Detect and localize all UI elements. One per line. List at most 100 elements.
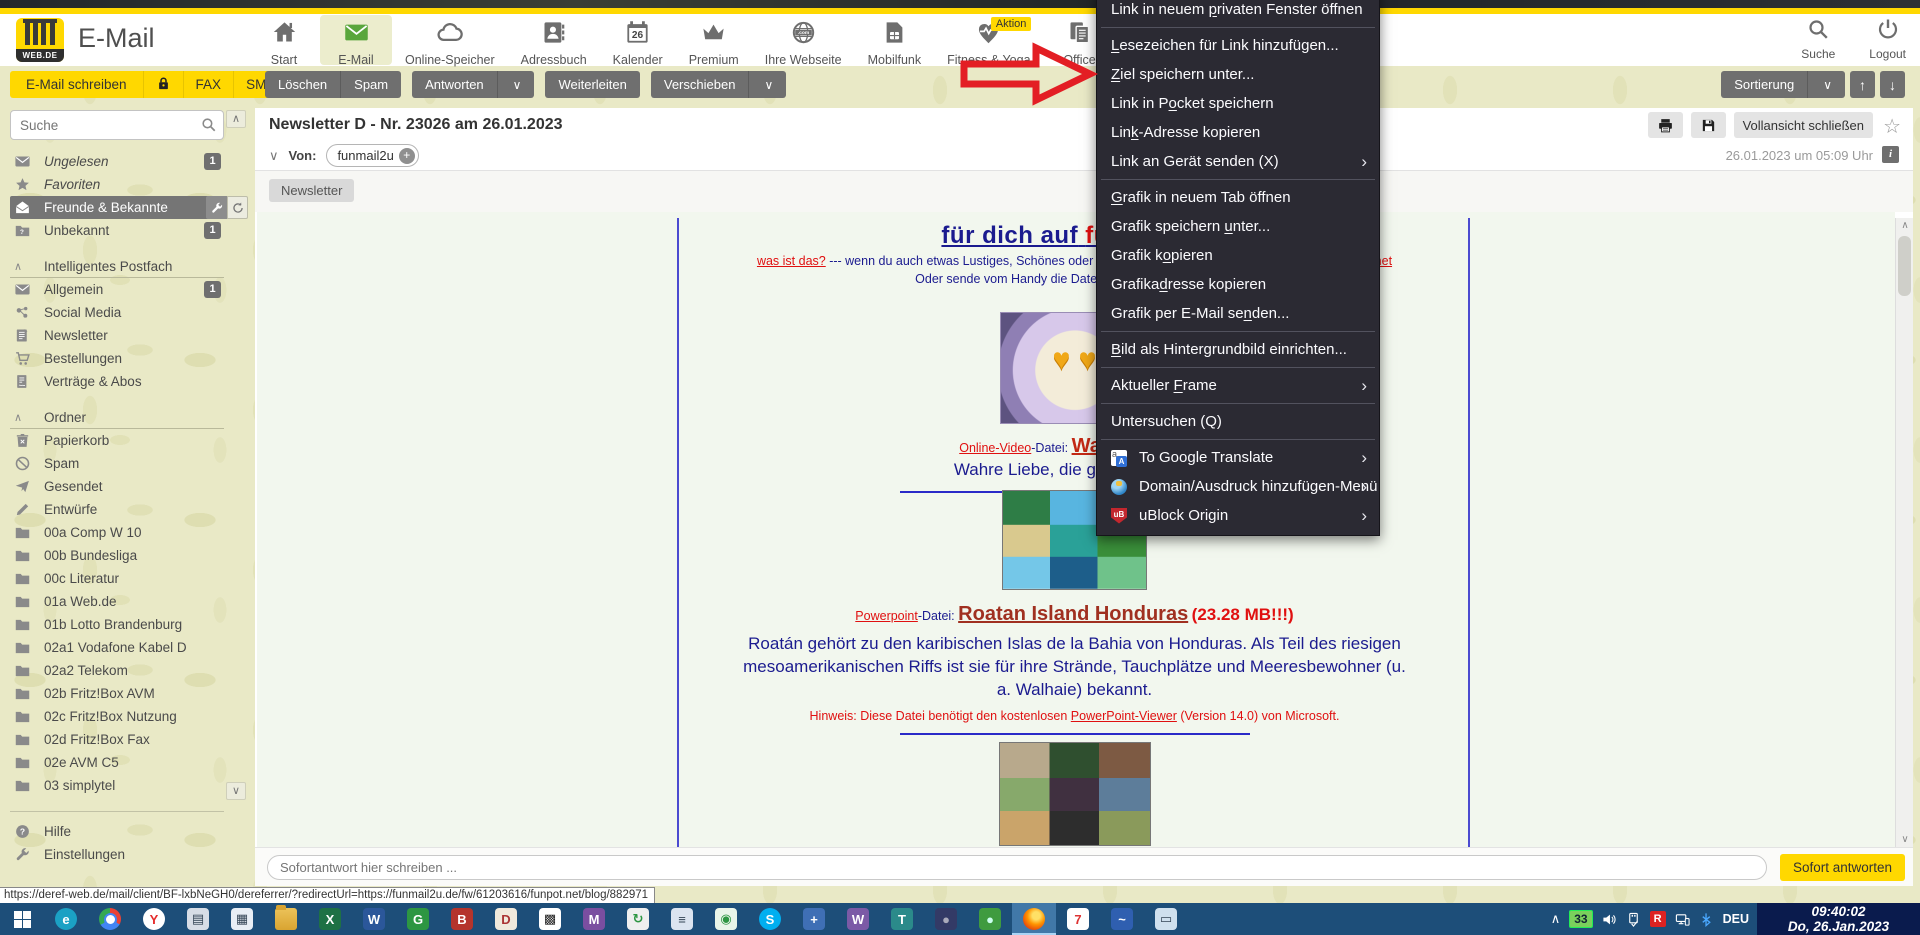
taskbar-app-app-globe[interactable]: ● xyxy=(924,903,968,935)
sidebar-item-00c-literatur[interactable]: 00c Literatur xyxy=(10,567,224,590)
nav-tab-start[interactable]: Start xyxy=(248,15,320,67)
sidebar-item-02a2-telekom[interactable]: 02a2 Telekom xyxy=(10,659,224,682)
sort-dropdown-button[interactable]: ∨ xyxy=(1808,71,1845,98)
webde-logo[interactable]: WEB.DE xyxy=(16,18,64,62)
sidebar-item-hilfe[interactable]: ? Hilfe xyxy=(10,820,224,843)
nav-tab-ihre-webseite[interactable]: .com Ihre Webseite xyxy=(752,15,855,67)
nav-tab-kalender[interactable]: 26 Kalender xyxy=(600,15,676,67)
taskbar-app-app-sync[interactable]: ↻ xyxy=(616,903,660,935)
menu-item-bild-als-hintergrundbild-einrichten[interactable]: Bild als Hintergrundbild einrichten... xyxy=(1097,335,1379,364)
taskbar-app-app-book[interactable]: B xyxy=(440,903,484,935)
taskbar-app-app-notes[interactable]: D xyxy=(484,903,528,935)
menu-item-ziel-speichern-unter[interactable]: Ziel speichern unter... xyxy=(1097,60,1379,89)
scroll-up-icon[interactable]: ∧ xyxy=(1896,218,1914,234)
menu-item-to-google-translate[interactable]: To Google Translate › xyxy=(1097,443,1379,472)
quick-reply-input[interactable] xyxy=(267,855,1767,880)
taskbar-app-yandex-browser[interactable]: Y xyxy=(132,903,176,935)
collapse-chevron-icon[interactable]: ∨ xyxy=(269,148,279,164)
taskbar-app-app-scanner[interactable]: ▩ xyxy=(528,903,572,935)
start-button[interactable] xyxy=(0,903,44,935)
volume-icon[interactable] xyxy=(1602,912,1617,927)
sidebar-section-intelligentes-postfach[interactable]: ∧ Intelligentes Postfach xyxy=(10,255,224,278)
print-button[interactable] xyxy=(1647,112,1683,138)
sidebar-item-02a1-vodafone-kabel-d[interactable]: 02a1 Vodafone Kabel D xyxy=(10,636,224,659)
refresh-icon[interactable] xyxy=(227,196,248,219)
sidebar-item-02c-fritz-box-nutzung[interactable]: 02c Fritz!Box Nutzung xyxy=(10,705,224,728)
favorite-star-icon[interactable]: ☆ xyxy=(1883,114,1901,139)
sidebar-item-papierkorb[interactable]: Papierkorb xyxy=(10,429,224,452)
bluetooth-icon[interactable] xyxy=(1699,912,1714,927)
sidebar-item-02b-fritz-box-avm[interactable]: 02b Fritz!Box AVM xyxy=(10,682,224,705)
taskbar-app-chrome[interactable] xyxy=(88,903,132,935)
sidebar-item-gesendet[interactable]: Gesendet xyxy=(10,475,224,498)
fax-button[interactable]: FAX xyxy=(183,71,235,98)
taskbar-app-excel[interactable]: X xyxy=(308,903,352,935)
sidebar-item-03-simplytel[interactable]: 03 simplytel xyxy=(10,774,224,797)
taskbar-app-file-explorer[interactable] xyxy=(264,903,308,935)
nav-tab-fitness-yoga[interactable]: Aktion Fitness & Yoga xyxy=(934,15,1043,67)
sidebar-item-unbekannt[interactable]: ? Unbekannt 1 xyxy=(10,219,224,242)
battery-indicator[interactable]: 33 xyxy=(1569,910,1593,928)
taskbar-app-app-media[interactable]: M xyxy=(572,903,616,935)
sidebar-item-social-media[interactable]: Social Media xyxy=(10,301,224,324)
newsletter-tag[interactable]: Newsletter xyxy=(269,179,355,202)
menu-item-link-an-gerät-senden-x[interactable]: Link an Gerät senden (X) › xyxy=(1097,147,1379,176)
nav-tab-online-speicher[interactable]: Online-Speicher xyxy=(392,15,508,67)
nav-up-button[interactable]: ↑ xyxy=(1850,71,1875,98)
tray-chevron-icon[interactable]: ∧ xyxy=(1551,911,1561,927)
scroll-up-icon[interactable]: ∧ xyxy=(226,110,246,128)
taskbar-app-keyboard[interactable]: ▤ xyxy=(176,903,220,935)
scrollbar-thumb[interactable] xyxy=(1898,236,1911,296)
menu-item-grafik-in-neuem-tab-öffnen[interactable]: Grafik in neuem Tab öffnen xyxy=(1097,183,1379,212)
taskbar-app-app-pulse[interactable]: ~ xyxy=(1100,903,1144,935)
info-icon[interactable]: i xyxy=(1882,146,1899,163)
taskbar-app-app-list[interactable]: ≡ xyxy=(660,903,704,935)
sort-button[interactable]: Sortierung xyxy=(1721,71,1809,98)
sidebar-item-entw-rfe[interactable]: Entwürfe xyxy=(10,498,224,521)
sidebar-item-spam[interactable]: Spam xyxy=(10,452,224,475)
taskbar-app-calendar-app[interactable]: 7 xyxy=(1056,903,1100,935)
content-scrollbar[interactable]: ∧ ∨ xyxy=(1895,218,1913,848)
sidebar-item-02d-fritz-box-fax[interactable]: 02d Fritz!Box Fax xyxy=(10,728,224,751)
taskbar-clock[interactable]: 09:40:02 Do, 26.Jan.2023 xyxy=(1757,903,1920,935)
was-ist-das-link[interactable]: was ist das? xyxy=(757,254,826,268)
powerpoint-link[interactable]: Powerpoint xyxy=(855,609,918,623)
sender-chip[interactable]: funmail2u + xyxy=(326,144,419,167)
add-contact-icon[interactable]: + xyxy=(398,147,415,164)
sidebar-item-einstellungen[interactable]: Einstellungen xyxy=(10,843,224,866)
compose-email-button[interactable]: E-Mail schreiben xyxy=(10,71,144,98)
nav-down-button[interactable]: ↓ xyxy=(1880,71,1905,98)
save-button[interactable] xyxy=(1690,112,1726,138)
ppt-viewer-link[interactable]: PowerPoint-Viewer xyxy=(1071,709,1177,723)
taskbar-app-winrar[interactable]: W xyxy=(836,903,880,935)
people-collage-image[interactable] xyxy=(998,742,1151,846)
logout-button[interactable]: Logout xyxy=(1869,17,1906,61)
menu-item-link-adresse-kopieren[interactable]: Link-Adresse kopieren xyxy=(1097,118,1379,147)
sidebar-section-ordner[interactable]: ∧ Ordner xyxy=(10,406,224,429)
reply-button[interactable]: Antworten xyxy=(412,71,498,98)
sidebar-item-00b-bundesliga[interactable]: 00b Bundesliga xyxy=(10,544,224,567)
move-dropdown-button[interactable]: ∨ xyxy=(749,71,787,98)
sidebar-item-newsletter[interactable]: Newsletter xyxy=(10,324,224,347)
online-video-link[interactable]: Online-Video xyxy=(959,441,1031,455)
sidebar-item-01b-lotto-brandenburg[interactable]: 01b Lotto Brandenburg xyxy=(10,613,224,636)
usb-icon[interactable] xyxy=(1626,912,1641,927)
sidebar-item-vertr-ge-abos[interactable]: Verträge & Abos xyxy=(10,370,224,393)
network-icon[interactable] xyxy=(1675,912,1690,927)
wrench-icon[interactable] xyxy=(206,196,227,219)
nav-tab-e-mail[interactable]: E-Mail xyxy=(320,15,392,67)
taskbar-app-app-green-cd[interactable]: ● xyxy=(968,903,1012,935)
delete-button[interactable]: Löschen xyxy=(265,71,342,98)
menu-item-domain-ausdruck-hinzufügen-menü[interactable]: Domain/Ausdruck hinzufügen-Menü › xyxy=(1097,472,1379,501)
sidebar-search-input[interactable] xyxy=(10,110,224,140)
nav-tab-premium[interactable]: Premium xyxy=(676,15,752,67)
sidebar-item-allgemein[interactable]: Allgemein 1 xyxy=(10,278,224,301)
lock-icon[interactable] xyxy=(143,71,184,98)
taskbar-app-app-teal[interactable]: T xyxy=(880,903,924,935)
menu-item-grafikadresse-kopieren[interactable]: Grafikadresse kopieren xyxy=(1097,270,1379,299)
taskbar-app-firefox[interactable] xyxy=(1012,903,1056,935)
menu-item-link-in-pocket-speichern[interactable]: Link in Pocket speichern xyxy=(1097,89,1379,118)
menu-item-link-in-neuem-privaten-fenster-öffnen[interactable]: Link in neuem privaten Fenster öffnen xyxy=(1097,0,1379,24)
menu-item-lesezeichen-für-link-hinzufügen[interactable]: Lesezeichen für Link hinzufügen... xyxy=(1097,31,1379,60)
reply-dropdown-button[interactable]: ∨ xyxy=(497,71,535,98)
